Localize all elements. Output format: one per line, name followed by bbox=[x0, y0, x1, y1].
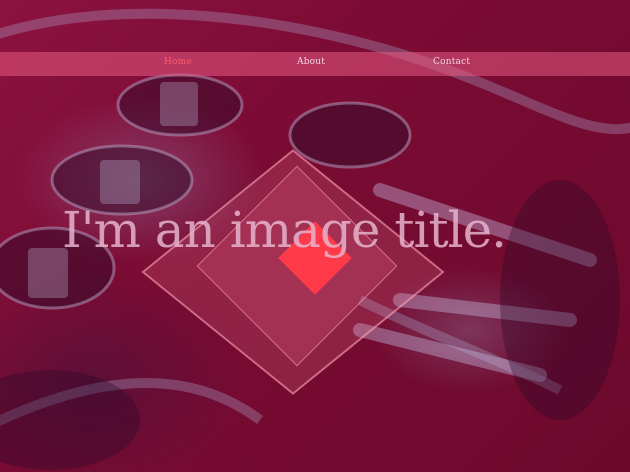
top-navigation-bar: Home About Contact bbox=[0, 52, 630, 76]
hero-title: I'm an image title. bbox=[62, 201, 507, 259]
nav-link-about[interactable]: About bbox=[297, 57, 325, 67]
nav-link-contact[interactable]: Contact bbox=[433, 57, 470, 67]
nav-link-home[interactable]: Home bbox=[164, 57, 192, 67]
